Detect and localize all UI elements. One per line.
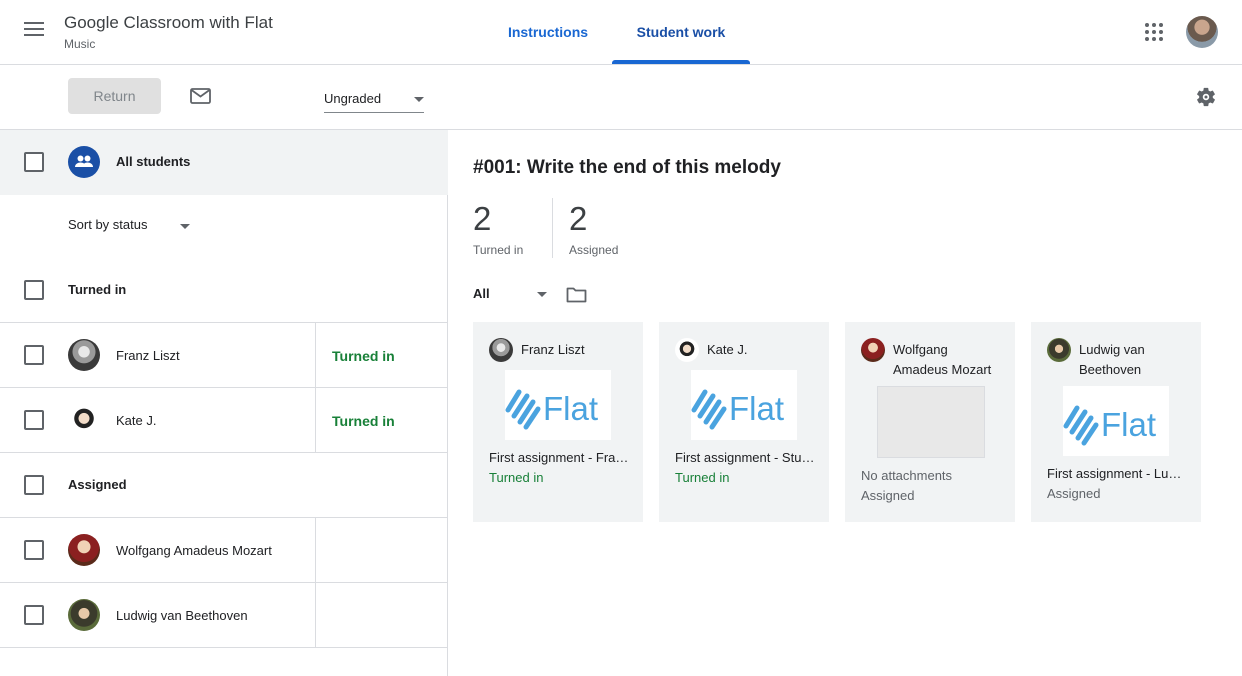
- student-checkbox[interactable]: [24, 605, 44, 625]
- avatar: [68, 534, 100, 566]
- assigned-stat-label: Assigned: [569, 243, 619, 257]
- tab-student-work[interactable]: Student work: [612, 0, 750, 64]
- empty-thumbnail: [877, 386, 985, 458]
- user-avatar[interactable]: [1186, 16, 1218, 48]
- flat-logo-text: Flat: [729, 390, 784, 427]
- student-name[interactable]: Kate J.: [116, 413, 156, 428]
- sort-label: Sort by status: [68, 217, 148, 232]
- group-label-turned-in: Turned in: [68, 282, 127, 297]
- assigned-count: 2: [569, 200, 588, 237]
- divider: [315, 518, 316, 583]
- folder-icon[interactable]: [566, 286, 587, 303]
- all-students-row[interactable]: All students: [0, 130, 448, 195]
- assignment-title: #001: Write the end of this melody: [473, 157, 781, 178]
- gear-icon[interactable]: [1195, 86, 1217, 108]
- submission-card[interactable]: Franz Liszt Flat First assignment - Fran…: [473, 322, 643, 522]
- turned-in-count: 2: [473, 200, 492, 237]
- avatar: [675, 338, 699, 362]
- student-roster-panel: All students Sort by status Turned in Fr…: [0, 130, 448, 676]
- grade-filter-select[interactable]: Ungraded: [324, 87, 424, 113]
- avatar: [861, 338, 885, 362]
- student-name[interactable]: Wolfgang Amadeus Mozart: [116, 543, 272, 558]
- student-row[interactable]: Kate J. Turned in: [0, 388, 448, 453]
- avatar: [489, 338, 513, 362]
- card-student-name: Franz Liszt: [521, 342, 585, 357]
- flat-logo-thumbnail[interactable]: Flat: [691, 370, 797, 440]
- google-apps-icon[interactable]: [1145, 23, 1163, 41]
- all-students-checkbox[interactable]: [24, 152, 44, 172]
- divider: [315, 388, 316, 453]
- attachment-name: No attachments: [861, 468, 953, 483]
- student-row[interactable]: Wolfgang Amadeus Mozart: [0, 518, 448, 583]
- attachment-name[interactable]: First assignment - Student: [675, 450, 815, 465]
- flat-logo-text: Flat: [543, 390, 598, 427]
- toolbar: Return Ungraded: [0, 65, 1242, 130]
- menu-icon[interactable]: [24, 22, 46, 42]
- chevron-down-icon: [180, 224, 190, 229]
- class-subtitle: Music: [64, 37, 96, 51]
- card-student-name: Kate J.: [707, 342, 748, 357]
- flat-logo-thumbnail[interactable]: Flat: [505, 370, 611, 440]
- group-checkbox-assigned[interactable]: [24, 475, 44, 495]
- return-button[interactable]: Return: [68, 78, 161, 114]
- tab-instructions[interactable]: Instructions: [490, 0, 606, 64]
- sort-by-select[interactable]: Sort by status: [68, 217, 190, 237]
- all-students-label: All students: [116, 154, 191, 169]
- chevron-down-icon: [414, 97, 424, 102]
- submission-card[interactable]: Ludwig van Beethoven Flat First assignme…: [1031, 322, 1201, 522]
- card-student-name: Ludwig van Beethoven: [1079, 342, 1145, 377]
- flat-logo-thumbnail[interactable]: Flat: [1063, 386, 1169, 456]
- divider: [315, 323, 316, 388]
- student-checkbox[interactable]: [24, 540, 44, 560]
- card-status: Assigned: [861, 488, 915, 503]
- student-checkbox[interactable]: [24, 345, 44, 365]
- student-name[interactable]: Ludwig van Beethoven: [116, 608, 248, 623]
- turned-in-stat-label: Turned in: [473, 243, 524, 257]
- divider: [552, 198, 553, 258]
- email-icon[interactable]: [190, 88, 211, 104]
- flat-logo-text: Flat: [1101, 406, 1156, 443]
- card-status: Turned in: [489, 470, 544, 485]
- status-label: Turned in: [332, 413, 395, 429]
- chevron-down-icon: [537, 292, 547, 297]
- avatar: [68, 599, 100, 631]
- student-name[interactable]: Franz Liszt: [116, 348, 180, 363]
- work-filter-value: All: [473, 286, 490, 301]
- group-label-assigned: Assigned: [68, 477, 127, 492]
- divider: [0, 452, 448, 453]
- student-checkbox[interactable]: [24, 410, 44, 430]
- student-row[interactable]: Ludwig van Beethoven: [0, 583, 448, 648]
- group-checkbox-turned-in[interactable]: [24, 280, 44, 300]
- avatar: [68, 339, 100, 371]
- student-row[interactable]: Franz Liszt Turned in: [0, 323, 448, 388]
- people-icon: [68, 146, 100, 178]
- divider: [315, 583, 316, 648]
- attachment-name[interactable]: First assignment - Franz Liszt: [489, 450, 629, 465]
- divider: [0, 647, 448, 648]
- submission-card[interactable]: Kate J. Flat First assignment - Student …: [659, 322, 829, 522]
- status-label: Turned in: [332, 348, 395, 364]
- work-filter-select[interactable]: All: [473, 286, 549, 304]
- card-status: Assigned: [1047, 486, 1101, 501]
- grade-filter-value: Ungraded: [324, 91, 382, 106]
- class-title[interactable]: Google Classroom with Flat: [64, 13, 273, 33]
- avatar: [68, 404, 100, 436]
- submission-card[interactable]: Wolfgang Amadeus Mozart No attachments A…: [845, 322, 1015, 522]
- avatar: [1047, 338, 1071, 362]
- app-header: Google Classroom with Flat Music Instruc…: [0, 0, 1242, 65]
- card-student-name: Wolfgang Amadeus Mozart: [893, 342, 992, 377]
- attachment-name[interactable]: First assignment - Ludwig van Beethoven: [1047, 466, 1187, 481]
- card-status: Turned in: [675, 470, 730, 485]
